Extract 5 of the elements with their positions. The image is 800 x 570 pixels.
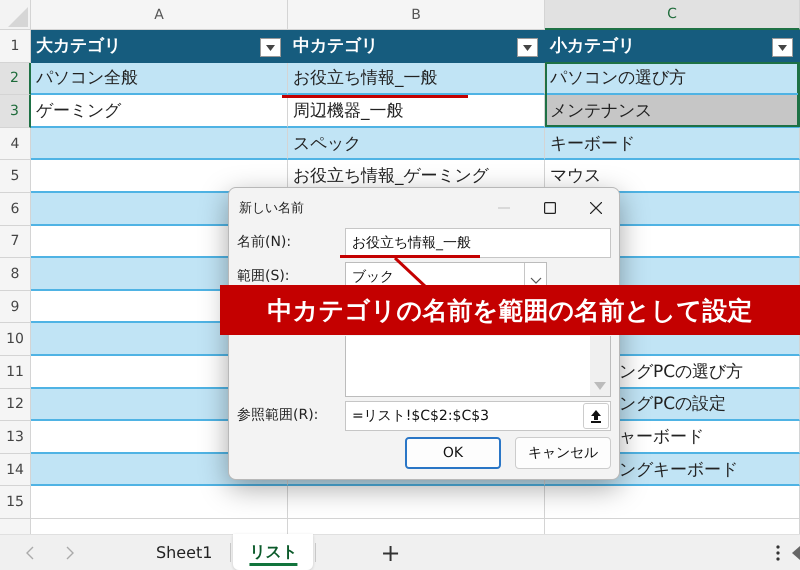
field-label: 参照範囲(R): (237, 406, 320, 425)
field-label: 名前(N): (237, 233, 292, 252)
field-label: 範囲(S): (237, 267, 291, 286)
annotation-text: 中カテゴリの名前を範囲の名前として設定 (268, 294, 752, 326)
dialog-title: 新しい名前 (239, 200, 305, 217)
